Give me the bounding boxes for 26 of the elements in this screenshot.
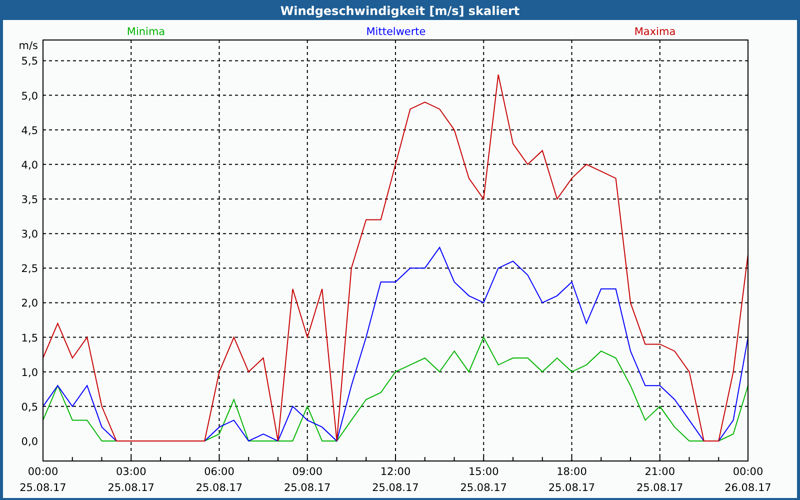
y-tick-label: 2,5 (21, 263, 38, 276)
y-axis-label: m/s (18, 40, 38, 52)
legend-label: Minima (126, 26, 166, 38)
x-tick-label: 03:00 25.08.17 (108, 466, 154, 494)
y-tick-label: 3,0 (21, 228, 38, 241)
y-tick-label: 2,0 (21, 298, 38, 310)
x-tick-label: 06:00 25.08.17 (196, 466, 243, 494)
x-tick-label: 21:00 25.08.17 (636, 466, 684, 494)
y-tick-label: 0,5 (21, 401, 38, 414)
y-tick-label: 4,5 (21, 124, 38, 137)
y-tick-label: 5,0 (21, 90, 38, 102)
x-tick-label: 18:00 25.08.17 (548, 466, 596, 494)
y-tick-label: 4,0 (21, 159, 38, 172)
legend-label: Maxima (634, 26, 676, 38)
y-tick-label: 3,5 (21, 194, 38, 206)
x-tick-label: 09:00 25.08.17 (284, 466, 331, 494)
x-tick-label: 12:00 25.08.17 (372, 466, 419, 494)
x-tick-label: 00:00 26.08.17 (724, 466, 772, 494)
x-tick-label: 00:00 25.08.17 (20, 466, 66, 494)
y-tick-label: 5,5 (21, 56, 38, 68)
legend-label: Mittelwerte (366, 26, 426, 38)
y-tick-label: 0,0 (21, 436, 38, 448)
window-title: Windgeschwindigkeit [m/s] skaliert (279, 2, 521, 20)
y-tick-label: 1,0 (21, 366, 38, 379)
y-tick-label: 1,5 (21, 332, 38, 344)
x-tick-label: 15:00 25.08.17 (460, 466, 507, 494)
